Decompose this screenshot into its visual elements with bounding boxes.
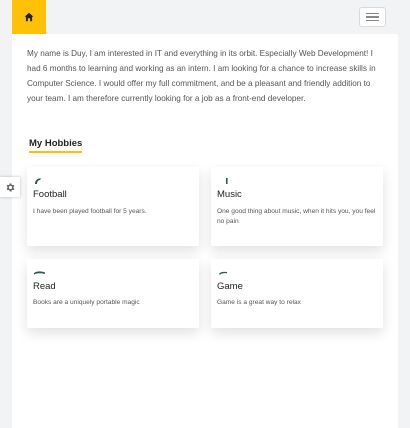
hobby-description: Game is a great way to relax [217,299,301,306]
hobby-card-music: Music One good thing about music, when i… [211,167,383,246]
football-icon [35,178,41,184]
hamburger-menu-button[interactable] [359,7,386,27]
intro-text: My name is Duy, I am interested in IT an… [27,49,376,103]
music-icon [226,178,228,184]
hobby-description: I have been played football for 5 years. [33,208,147,215]
hobby-description: One good thing about music, when it hits… [217,208,376,225]
hobby-description: Books are a uniquely portable magic [33,299,140,306]
hobby-name: Football [33,189,67,200]
home-icon [24,12,34,22]
hobby-name: Read [33,281,56,292]
settings-button[interactable] [0,177,20,197]
gamepad-icon [219,271,227,275]
hobby-card-read: Read Books are a uniquely portable magic [27,259,199,328]
hobbies-heading: My Hobbies [29,138,83,153]
gear-icon [6,182,14,192]
hobby-card-game: Game Game is a great way to relax [211,259,383,328]
hamburger-menu-icon [366,12,379,15]
hobby-card-football: Football I have been played football for… [27,167,199,246]
book-icon [34,271,45,275]
home-button[interactable] [12,0,46,34]
hobby-name: Music [217,189,242,200]
hobby-name: Game [217,281,243,292]
